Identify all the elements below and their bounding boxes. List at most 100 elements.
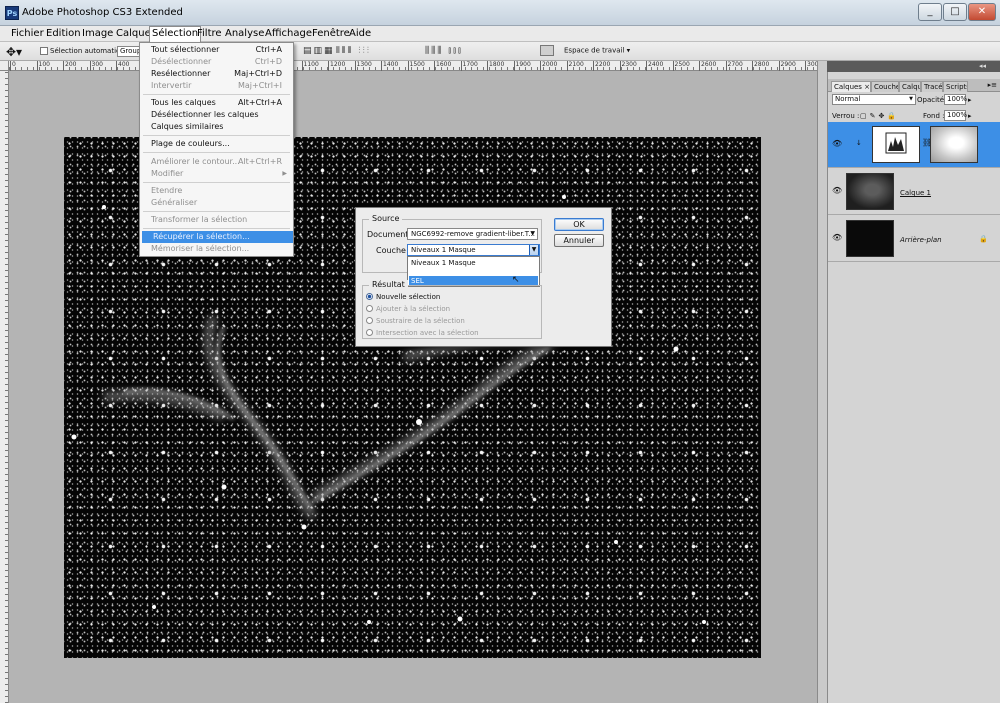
- menu-item-load-selection[interactable]: Récupérer la sélection...: [142, 231, 293, 243]
- ruler-tick-label: 0: [10, 61, 16, 71]
- visibility-eye-icon[interactable]: 👁: [832, 139, 842, 148]
- menu-item-deselect-layers[interactable]: Désélectionner les calques: [140, 109, 293, 121]
- opacity-arrow-icon[interactable]: ▸: [968, 96, 972, 104]
- menu-item-color-range[interactable]: Plage de couleurs...: [140, 138, 293, 150]
- levels-icon: [885, 132, 907, 154]
- ruler-tick-label: 2900: [778, 61, 796, 71]
- menu-separator: [143, 135, 290, 136]
- window-title: Adobe Photoshop CS3 Extended: [22, 7, 183, 18]
- result-legend: Résultat: [369, 280, 408, 289]
- collapse-panel-icon[interactable]: ◂◂: [979, 62, 986, 70]
- cancel-button[interactable]: Annuler: [554, 234, 604, 247]
- tab-traces[interactable]: Tracés: [921, 81, 943, 92]
- tab-couches[interactable]: Couches: [871, 81, 899, 92]
- layer-name[interactable]: Arrière-plan: [900, 236, 942, 244]
- layer-row-calque-1[interactable]: 👁 Calque 1: [828, 169, 1000, 215]
- ruler-tick-label: 1200: [327, 61, 346, 71]
- ruler-tick-label: 400: [115, 61, 130, 71]
- ruler-corner: [0, 61, 9, 71]
- visibility-eye-icon[interactable]: 👁: [832, 186, 842, 195]
- menu-item-similar-layers[interactable]: Calques similaires: [140, 121, 293, 133]
- couche-option-niveaux[interactable]: Niveaux 1 Masque: [409, 258, 538, 268]
- layer-thumbnail: [846, 220, 894, 257]
- menu-filtre[interactable]: Filtre: [196, 28, 223, 39]
- canvas-area[interactable]: [9, 71, 817, 703]
- submenu-arrow-icon: ▶: [282, 170, 287, 177]
- align-icons[interactable]: ▤▥▦: [303, 46, 335, 56]
- layer-row-adjustment[interactable]: 👁 ↓ ⛓: [828, 122, 1000, 168]
- dropdown-arrow-icon: ▼: [530, 230, 535, 237]
- opacity-input[interactable]: 100%: [944, 94, 967, 105]
- ruler-tick-label: 1700: [460, 61, 478, 71]
- panel-tabs: Calques × Couches Calques Tracés Scripts…: [828, 79, 1000, 92]
- lock-label: Verrou :: [832, 112, 860, 120]
- menu-separator: [143, 182, 290, 183]
- layer-mask-thumbnail[interactable]: [930, 126, 978, 163]
- auto-select-dropdown[interactable]: Groupe: [117, 46, 141, 57]
- move-tool-icon[interactable]: ✥▾: [6, 45, 22, 59]
- menu-item-save-selection: Mémoriser la sélection...: [151, 244, 250, 253]
- ruler-tick-label: 2800: [751, 61, 770, 71]
- menu-image[interactable]: Image: [81, 28, 114, 39]
- load-selection-dialog: Source Document : NGC6992-remove gradien…: [355, 207, 612, 347]
- menu-edition[interactable]: Edition: [45, 28, 82, 39]
- menu-selection[interactable]: Sélection: [149, 26, 202, 42]
- menu-fenetre[interactable]: Fenêtre: [311, 28, 351, 39]
- minimize-button[interactable]: _: [918, 3, 942, 21]
- photoshop-app-icon: Ps: [5, 6, 19, 20]
- tab-calques[interactable]: Calques ×: [831, 81, 871, 92]
- tab-calques-2[interactable]: Calques: [899, 81, 921, 92]
- menu-item-select-all[interactable]: Tout sélectionner Ctrl+A: [140, 44, 293, 56]
- blend-mode-dropdown[interactable]: Normal ▼: [832, 94, 916, 105]
- maximize-button[interactable]: □: [943, 3, 967, 21]
- couche-dropdown[interactable]: Niveaux 1 Masque ▼: [407, 244, 540, 256]
- source-legend: Source: [369, 214, 403, 223]
- document-dropdown[interactable]: NGC6992-remove gradient-liber.T... ▼: [407, 228, 538, 240]
- distribute-horizontal-icons[interactable]: ⫼⫼⫼ ⫾⫾⫾: [425, 46, 463, 56]
- ruler-tick-label: 1100: [301, 61, 319, 71]
- layer-row-background[interactable]: 👁 Arrière-plan 🔒: [828, 216, 1000, 262]
- menu-affichage[interactable]: Affichage: [264, 28, 313, 39]
- radio-subtract-selection: Soustraire de la sélection: [366, 317, 465, 325]
- menu-item-all-layers[interactable]: Tous les calques Alt+Ctrl+A: [140, 97, 293, 109]
- panel-menu-icon[interactable]: ▸≡: [988, 81, 997, 89]
- selection-menu-dropdown: Tout sélectionner Ctrl+A Désélectionner Ct…: [139, 42, 294, 257]
- auto-select-checkbox[interactable]: [40, 47, 48, 55]
- visibility-eye-icon[interactable]: 👁: [832, 233, 842, 242]
- ruler-tick-label: 1600: [433, 61, 452, 71]
- fill-input[interactable]: 100%: [944, 110, 967, 121]
- menu-bar: Fichier Edition Image Calque Sélection F…: [0, 26, 1000, 42]
- dropdown-arrow-icon: ▼: [909, 96, 913, 102]
- ruler-tick-label: 1400: [380, 61, 399, 71]
- vertical-ruler: [0, 71, 9, 703]
- radio-button: [366, 329, 373, 336]
- mouse-cursor-icon: ↖: [512, 275, 520, 285]
- dock-edge: [817, 61, 827, 703]
- menu-aide[interactable]: Aide: [348, 28, 372, 39]
- ruler-tick-label: 300: [89, 61, 103, 71]
- menu-item-reselect[interactable]: Resélectionner Maj+Ctrl+D: [140, 68, 293, 80]
- menu-analyse[interactable]: Analyse: [224, 28, 265, 39]
- lock-icon: 🔒: [979, 235, 988, 243]
- distribute-icons[interactable]: ⫴⫴⫴ ⫶⫶⫶: [336, 46, 371, 56]
- ruler-tick-label: 2400: [645, 61, 664, 71]
- ok-button[interactable]: OK: [554, 218, 604, 231]
- lock-icons[interactable]: ▢✎✥🔒: [860, 112, 899, 120]
- tab-scripts[interactable]: Scripts: [943, 81, 968, 92]
- radio-new-selection[interactable]: Nouvelle sélection: [366, 293, 440, 301]
- menu-fichier[interactable]: Fichier: [10, 28, 45, 39]
- horizontal-ruler: 0100200300400500600700800900100011001200…: [9, 61, 822, 71]
- menu-calque[interactable]: Calque: [115, 28, 152, 39]
- close-button[interactable]: ✕: [968, 3, 996, 21]
- radio-button: [366, 305, 373, 312]
- menu-item-similar: Généraliser: [151, 198, 198, 207]
- layer-name[interactable]: Calque 1: [900, 189, 931, 197]
- dropdown-arrow-icon: ▼: [529, 245, 539, 255]
- fill-arrow-icon[interactable]: ▸: [968, 112, 972, 120]
- menu-item-transform-selection: Transformer la sélection: [151, 215, 248, 224]
- workspace-menu[interactable]: Espace de travail ▾: [540, 45, 630, 56]
- menu-separator: [143, 94, 290, 95]
- menu-item-inverse: Intervertir Maj+Ctrl+I: [151, 81, 282, 90]
- ruler-tick-label: 200: [62, 61, 77, 71]
- layer-link-icon: ↓: [856, 139, 862, 147]
